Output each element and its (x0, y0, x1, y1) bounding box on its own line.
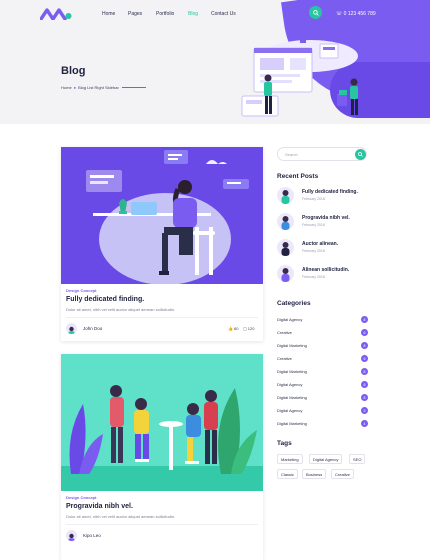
category-name: Digital Marketing (277, 395, 307, 400)
tag-business[interactable]: Business (302, 469, 327, 479)
phone-icon: ☏ (336, 11, 343, 17)
sidebar-search: Search (277, 147, 367, 161)
post-card[interactable]: Design Concept Fully dedicated finding. … (61, 147, 263, 341)
category-item[interactable]: Creative 6 (277, 329, 369, 338)
category-name: Digital Marketing (277, 421, 307, 426)
search-input[interactable]: Search (285, 152, 298, 157)
recent-post-thumbnail[interactable] (277, 213, 294, 230)
category-name: Digital Marketing (277, 369, 307, 374)
tag-seo[interactable]: SEO (349, 454, 366, 464)
category-name: Digital Agency (277, 382, 303, 387)
post-divider (66, 524, 258, 525)
recent-post-thumbnail[interactable] (277, 239, 294, 256)
hero-illustration (241, 38, 358, 117)
category-item[interactable]: Digital Marketing 8 (277, 368, 369, 377)
category-count: 8 (361, 394, 368, 401)
category-name: Digital Agency (277, 317, 303, 322)
like-icon: 👍 (228, 326, 233, 331)
post-illustration (61, 385, 263, 491)
recent-posts-heading: Recent Posts (277, 173, 319, 180)
category-name: Digital Marketing (277, 343, 307, 348)
category-item[interactable]: Digital Marketing 8 (277, 342, 369, 351)
recent-post-title[interactable]: Auctor alinean. (302, 241, 338, 247)
category-name: Digital Agency (277, 408, 303, 413)
author-avatar (66, 323, 77, 334)
recent-post-title[interactable]: Fully dedicated finding. (302, 189, 358, 195)
recent-post-item[interactable]: Alinean sollicitudin. February 2018 (277, 265, 377, 283)
post-image[interactable] (61, 354, 263, 491)
recent-post-thumbnail[interactable] (277, 187, 294, 204)
tag-marketing[interactable]: Marketing (277, 454, 303, 464)
category-count: 3 (361, 407, 368, 414)
recent-post-item[interactable]: Auctor alinean. February 2018 (277, 239, 377, 257)
recent-post-date: February 2018 (302, 249, 325, 253)
category-name: Creative (277, 356, 292, 361)
recent-post-item[interactable]: Progravida nibh vel. February 2018 (277, 213, 377, 231)
recent-post-date: February 2018 (302, 223, 325, 227)
category-count: 6 (361, 329, 368, 336)
category-item[interactable]: Digital Agency 6 (277, 381, 369, 390)
search-button[interactable] (355, 149, 366, 160)
recent-post-item[interactable]: Fully dedicated finding. February 2018 (277, 187, 377, 205)
post-illustration (86, 150, 249, 284)
categories-heading: Categories (277, 300, 311, 307)
post-author[interactable]: Kipo Leo (83, 533, 101, 538)
category-count: 6 (361, 381, 368, 388)
breadcrumb-current: Blog List Right Sidebar (78, 85, 119, 90)
category-item[interactable]: Digital Agency 8 (277, 316, 369, 325)
category-item[interactable]: Digital Marketing 4 (277, 420, 369, 429)
search-icon (312, 9, 319, 16)
post-comments[interactable]: ▢ 120 (243, 326, 254, 331)
recent-post-title[interactable]: Alinean sollicitudin. (302, 267, 349, 273)
category-count: 6 (361, 355, 368, 362)
recent-post-date: February 2018 (302, 197, 325, 201)
post-divider (66, 317, 258, 318)
post-card[interactable]: Design Concept Progravida nibh vel. Dolo… (61, 354, 263, 560)
page-hero: Home Pages Portfolio Blog Contact Us ☏ 0… (0, 0, 430, 124)
breadcrumb: Home ● Blog List Right Sidebar (61, 85, 146, 90)
nav-item-portfolio[interactable]: Portfolio (156, 11, 174, 17)
tags-heading: Tags (277, 440, 292, 447)
tag-creative[interactable]: Creative (331, 469, 354, 479)
category-item[interactable]: Digital Marketing 8 (277, 394, 369, 403)
recent-post-date: February 2018 (302, 275, 325, 279)
likes-count: 80 (233, 326, 239, 331)
category-item[interactable]: Creative 6 (277, 355, 369, 364)
recent-post-title[interactable]: Progravida nibh vel. (302, 215, 350, 221)
category-item[interactable]: Digital Agency 3 (277, 407, 369, 416)
category-count: 8 (361, 316, 368, 323)
nav-item-blog[interactable]: Blog (188, 11, 198, 17)
header-search-button[interactable] (309, 6, 322, 19)
breadcrumb-underline (121, 87, 146, 89)
nav-item-home[interactable]: Home (102, 11, 115, 17)
post-title[interactable]: Fully dedicated finding. (66, 296, 144, 303)
post-likes[interactable]: 👍 80 (228, 326, 238, 331)
author-avatar (66, 530, 77, 541)
search-icon (358, 152, 363, 157)
category-name: Creative (277, 330, 292, 335)
breadcrumb-separator-icon: ● (73, 85, 77, 90)
tag-digital-agency[interactable]: Digital Agency (309, 454, 343, 464)
post-author[interactable]: John Doo (83, 326, 102, 331)
nav-item-contact-us[interactable]: Contact Us (211, 11, 236, 17)
post-category[interactable]: Design Concept (66, 288, 96, 293)
post-title[interactable]: Progravida nibh vel. (66, 503, 133, 510)
post-image[interactable] (61, 147, 263, 284)
post-excerpt: Dolor sit amet, nibh vel velit auctor al… (66, 514, 176, 519)
phone-number: 0 123 456 789 (343, 11, 376, 17)
header-phone[interactable]: ☏ 0 123 456 789 (336, 11, 376, 17)
nav-item-pages[interactable]: Pages (128, 11, 142, 17)
category-count: 4 (361, 420, 368, 427)
category-count: 8 (361, 342, 368, 349)
page-title: Blog (61, 65, 86, 77)
post-excerpt: Dolor sit amet, nibh vel velit auctor al… (66, 307, 176, 312)
breadcrumb-home[interactable]: Home (61, 85, 72, 90)
comment-icon: ▢ (243, 326, 247, 331)
post-category[interactable]: Design Concept (66, 495, 96, 500)
comments-count: 120 (247, 326, 255, 331)
category-count: 8 (361, 368, 368, 375)
tag-classic[interactable]: Classic (277, 469, 298, 479)
recent-post-thumbnail[interactable] (277, 265, 294, 282)
